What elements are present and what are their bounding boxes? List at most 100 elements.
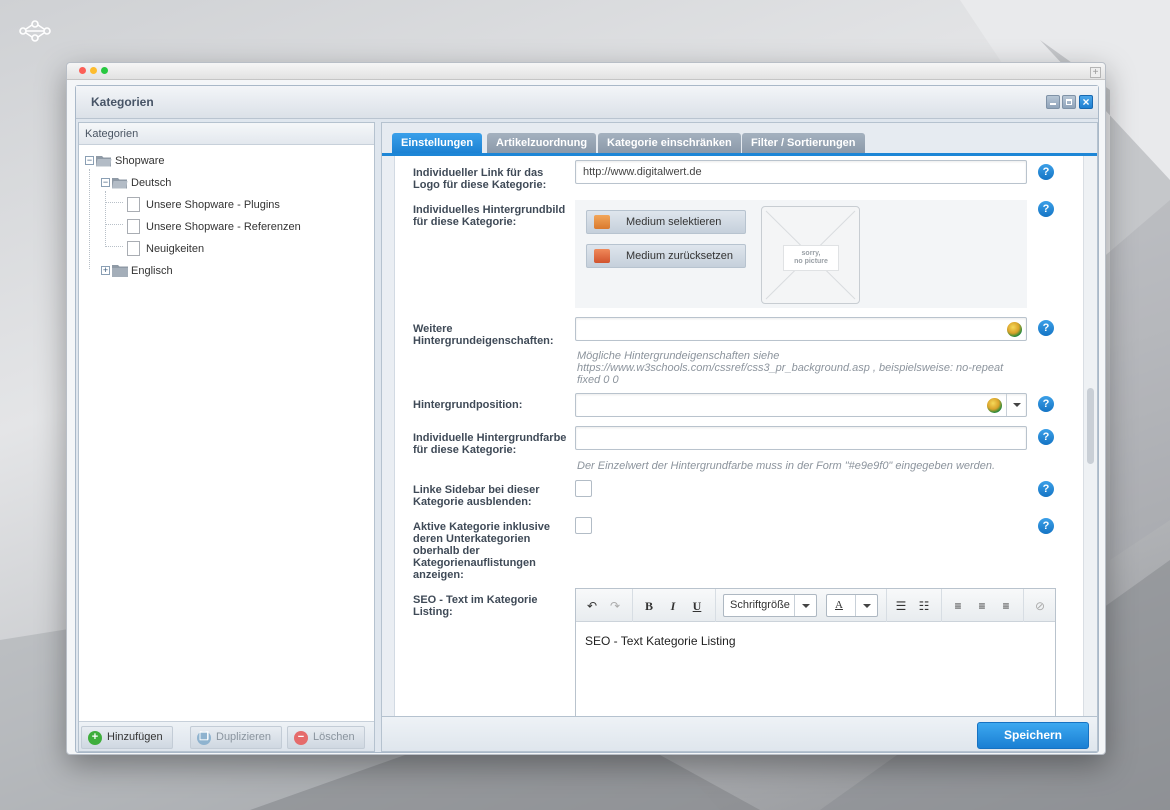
help-icon[interactable]: ? <box>1038 396 1054 412</box>
minus-icon: − <box>294 731 308 745</box>
bg-color-hint: Der Einzelwert der Hintergrundfarbe muss… <box>577 460 996 472</box>
tree-guide-line <box>105 191 106 247</box>
underline-button[interactable]: U <box>690 598 704 614</box>
chevron-down-icon[interactable] <box>1006 394 1026 416</box>
bullet-list-icon[interactable]: ☰ <box>893 598 909 614</box>
tree-node-englisch[interactable]: + Englisch <box>101 263 221 279</box>
collapse-icon[interactable]: − <box>85 156 94 165</box>
globe-icon[interactable] <box>1007 322 1022 337</box>
no-picture-line1: sorry, <box>801 250 821 257</box>
chevron-down-icon[interactable] <box>855 595 877 616</box>
unlink-icon[interactable]: ⊘ <box>1032 598 1048 614</box>
bg-image-label: Individuelles Hintergrundbild für diese … <box>413 204 566 228</box>
reset-media-button[interactable]: Medium zurücksetzen <box>586 244 746 268</box>
folder-icon <box>112 265 128 277</box>
align-center-icon[interactable]: ≡ <box>974 598 990 614</box>
tree-node-label: Unsere Shopware - Referenzen <box>146 221 301 233</box>
add-button[interactable]: + Hinzufügen <box>81 726 173 749</box>
tree-header: Kategorien <box>79 123 374 145</box>
delete-button[interactable]: − Löschen <box>287 726 365 749</box>
select-media-button[interactable]: Medium selektieren <box>586 210 746 234</box>
scrollbar-thumb[interactable] <box>1087 388 1094 464</box>
toolbar-separator <box>941 589 942 622</box>
tree-guide-line <box>105 246 123 247</box>
tree-node-label: Shopware <box>115 155 165 167</box>
undo-icon[interactable]: ↶ <box>584 598 600 614</box>
hide-sidebar-checkbox[interactable] <box>575 480 592 497</box>
tree-node-shopware[interactable]: − Shopware <box>85 153 205 169</box>
tab-artikelzuordnung[interactable]: Artikelzuordnung <box>487 133 597 153</box>
logo-link-input[interactable]: http://www.digitalwert.de <box>575 160 1027 184</box>
bg-position-select[interactable] <box>575 393 1027 417</box>
help-icon[interactable]: ? <box>1038 481 1054 497</box>
minimize-icon[interactable] <box>1046 95 1060 109</box>
folder-open-icon <box>112 178 128 189</box>
select-media-label: Medium selektieren <box>626 216 722 228</box>
maximize-icon[interactable] <box>1062 95 1076 109</box>
window-title: Kategorien <box>91 95 154 109</box>
align-left-icon[interactable]: ≡ <box>950 598 966 614</box>
no-picture-card: sorry, no picture <box>783 245 839 271</box>
new-tab-icon[interactable]: + <box>1090 67 1101 78</box>
toolbar-separator <box>1023 589 1024 622</box>
browser-titlebar: + <box>67 63 1105 80</box>
seo-text-label: SEO - Text im Kategorie Listing: <box>413 594 538 618</box>
close-dot-icon[interactable] <box>79 67 86 74</box>
duplicate-button[interactable]: ❐ Duplizieren <box>190 726 282 749</box>
hide-sidebar-label: Linke Sidebar bei dieser Kategorie ausbl… <box>413 484 540 508</box>
page-icon <box>127 241 140 256</box>
bg-color-input[interactable] <box>575 426 1027 450</box>
close-icon[interactable]: × <box>1079 95 1093 109</box>
duplicate-icon: ❐ <box>197 731 211 745</box>
no-picture-line2: no picture <box>794 258 828 265</box>
bg-props-input[interactable] <box>575 317 1027 341</box>
tree-node-deutsch[interactable]: − Deutsch <box>101 175 221 191</box>
font-color-select[interactable]: A <box>826 594 878 617</box>
help-icon[interactable]: ? <box>1038 429 1054 445</box>
help-icon[interactable]: ? <box>1038 518 1054 534</box>
tab-filter-sortierungen[interactable]: Filter / Sortierungen <box>742 133 865 153</box>
tab-einstellungen[interactable]: Einstellungen <box>392 133 483 153</box>
tree-node-label: Englisch <box>131 265 173 277</box>
globe-icon[interactable] <box>987 398 1002 413</box>
media-reset-icon <box>594 249 610 263</box>
numbered-list-icon[interactable]: ☷ <box>916 598 932 614</box>
bold-button[interactable]: B <box>642 598 656 614</box>
minimize-dot-icon[interactable] <box>90 67 97 74</box>
media-selection-box: Medium selektieren Medium zurücksetzen s… <box>575 200 1027 308</box>
tree-node-label: Neuigkeiten <box>146 243 205 255</box>
active-category-label: Aktive Kategorie inklusive deren Unterka… <box>413 521 550 581</box>
action-bar: Speichern <box>381 717 1098 752</box>
seo-text-editor: ↶ ↷ B I U Schriftgröße A ☰ ☷ ≡ ≡ ≡ ⊘ SEO… <box>575 588 1056 716</box>
scrollbar[interactable] <box>1083 156 1097 716</box>
tree-node-neuigkeiten[interactable]: Neuigkeiten <box>127 241 247 257</box>
italic-button[interactable]: I <box>666 598 680 614</box>
workflow-icon[interactable] <box>18 20 52 42</box>
save-button[interactable]: Speichern <box>977 722 1089 749</box>
collapse-icon[interactable]: − <box>101 178 110 187</box>
bg-position-label: Hintergrundposition: <box>413 399 523 411</box>
tree-node-label: Unsere Shopware - Plugins <box>146 199 280 211</box>
expand-icon[interactable]: + <box>101 266 110 275</box>
help-icon[interactable]: ? <box>1038 320 1054 336</box>
media-select-icon <box>594 215 610 229</box>
zoom-dot-icon[interactable] <box>101 67 108 74</box>
editor-content[interactable]: SEO - Text Kategorie Listing <box>585 634 736 648</box>
chevron-down-icon[interactable] <box>794 595 816 616</box>
tree-guide-line <box>89 169 90 269</box>
help-icon[interactable]: ? <box>1038 201 1054 217</box>
font-size-select[interactable]: Schriftgröße <box>723 594 817 617</box>
tab-kategorie-einschraenken[interactable]: Kategorie einschränken <box>598 133 741 153</box>
tree-node-referenzen[interactable]: Unsere Shopware - Referenzen <box>127 219 347 235</box>
align-right-icon[interactable]: ≡ <box>998 598 1014 614</box>
category-tree-panel: Kategorien − Shopware − Deutsch Unsere S… <box>78 122 375 752</box>
redo-icon[interactable]: ↷ <box>607 598 623 614</box>
active-category-checkbox[interactable] <box>575 517 592 534</box>
page-icon <box>127 197 140 212</box>
image-preview: sorry, no picture <box>761 206 860 304</box>
help-icon[interactable]: ? <box>1038 164 1054 180</box>
duplicate-button-label: Duplizieren <box>216 731 272 743</box>
tree-node-plugins[interactable]: Unsere Shopware - Plugins <box>127 197 327 213</box>
settings-form: Individueller Link für das Logo für dies… <box>394 156 1085 716</box>
toolbar-separator <box>715 589 716 622</box>
